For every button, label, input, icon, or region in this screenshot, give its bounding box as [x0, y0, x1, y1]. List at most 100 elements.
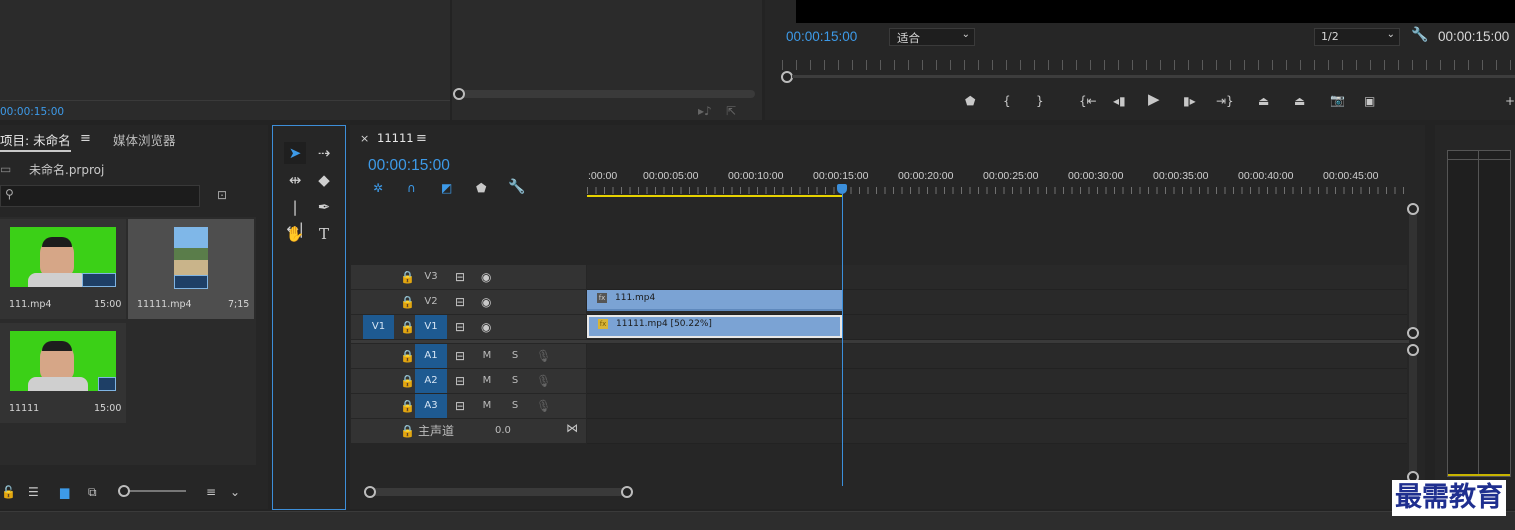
freeform-view-icon[interactable]: ⧉ [88, 486, 97, 498]
lock-icon[interactable]: 🔓 [1, 486, 16, 498]
solo-button[interactable]: S [508, 394, 522, 418]
list-view-icon[interactable]: ☰ [28, 486, 39, 498]
go-to-out-icon[interactable]: ⇥} [1216, 95, 1234, 107]
sync-lock-icon[interactable]: ⊟ [455, 296, 465, 308]
source-patch-v1[interactable]: V1 [363, 315, 394, 339]
track-label-v3[interactable]: V3 [415, 265, 447, 289]
work-area-bar[interactable] [587, 195, 842, 197]
timeline-settings-icon[interactable]: 🔧 [508, 180, 525, 194]
playhead-handle[interactable] [837, 184, 847, 194]
compare-view-icon[interactable]: ▣ [1364, 95, 1375, 107]
eye-icon[interactable]: ◉ [481, 296, 491, 308]
sequence-tab[interactable]: 11111 [377, 131, 414, 145]
microphone-icon[interactable]: 🎙 [536, 350, 551, 362]
track-lane-v3[interactable] [587, 265, 1407, 290]
lock-icon[interactable]: 🔒 [400, 425, 415, 437]
sync-lock-icon[interactable]: ⊟ [455, 400, 465, 412]
nest-icon[interactable]: ✲ [373, 182, 383, 194]
eye-icon[interactable]: ◉ [481, 271, 491, 283]
v-scroll-knob[interactable] [1407, 344, 1419, 356]
track-lane-a1[interactable] [587, 344, 1407, 369]
sequence-tab-menu-icon[interactable]: ≡ [416, 131, 427, 146]
chevron-down-icon[interactable]: ⌄ [230, 486, 240, 498]
add-marker-icon[interactable]: ⬟ [476, 182, 486, 194]
project-item-111[interactable]: 111.mp4 15:00 [0, 219, 126, 319]
master-volume-value[interactable]: 0.0 [495, 419, 511, 443]
icon-view-icon[interactable]: ▆ [60, 486, 69, 498]
track-label-v2[interactable]: V2 [415, 290, 447, 314]
timeline-v-scrollbar-audio[interactable] [1409, 349, 1417, 477]
lock-icon[interactable]: 🔒 [400, 271, 415, 283]
project-search-input[interactable]: ⚲ [0, 185, 200, 207]
timeline-h-scroll-left-knob[interactable] [364, 486, 376, 498]
track-label-a1[interactable]: A1 [415, 344, 447, 368]
marker-icon[interactable]: ⬟ [965, 95, 975, 107]
media-browser-tab[interactable]: 媒体浏览器 [113, 130, 176, 149]
track-lane-a2[interactable] [587, 369, 1407, 394]
razor-tool-icon[interactable]: ◆ [313, 169, 335, 191]
zoom-slider-track[interactable] [124, 490, 186, 492]
wrench-icon[interactable]: 🔧 [1411, 28, 1428, 42]
mark-in-icon[interactable]: { [1003, 95, 1011, 107]
pen-tool-icon[interactable]: ✒ [313, 196, 335, 218]
snap-icon[interactable]: ∩ [407, 182, 416, 194]
timeline-h-scroll-right-knob[interactable] [621, 486, 633, 498]
lock-icon[interactable]: 🔒 [400, 321, 415, 333]
lock-icon[interactable]: 🔒 [400, 350, 415, 362]
lock-icon[interactable]: 🔒 [400, 375, 415, 387]
microphone-icon[interactable]: 🎙 [536, 400, 551, 412]
av-divider[interactable] [351, 340, 1409, 343]
extract-icon[interactable]: ⏏ [1294, 95, 1305, 107]
eye-icon[interactable]: ◉ [481, 321, 491, 333]
timeline-v-scrollbar-video[interactable] [1409, 208, 1417, 334]
program-mini-ruler[interactable] [782, 60, 1515, 70]
mark-out-icon[interactable]: } [1036, 95, 1044, 107]
sort-icon[interactable]: ≡ [206, 486, 216, 498]
v-scroll-knob[interactable] [1407, 203, 1419, 215]
microphone-icon[interactable]: 🎙 [536, 375, 551, 387]
linked-selection-icon[interactable]: ◩ [441, 182, 452, 194]
type-tool-icon[interactable]: T [313, 223, 335, 245]
track-label-a2[interactable]: A2 [415, 369, 447, 393]
sync-lock-icon[interactable]: ⊟ [455, 321, 465, 333]
clip-11111-mp4[interactable]: fx 11111.mp4 [50.22%] [587, 315, 842, 338]
project-item-11111-sequence[interactable]: 11111 15:00 [0, 323, 126, 423]
step-back-icon[interactable]: ◂▮ [1113, 95, 1126, 107]
lift-icon[interactable]: ⏏ [1258, 95, 1269, 107]
insert-audio-icon[interactable]: ▸♪ [698, 105, 712, 117]
mute-button[interactable]: M [480, 344, 494, 368]
ripple-edit-tool-icon[interactable]: ⇹ [284, 169, 306, 191]
program-timecode[interactable]: 00:00:15:00 [786, 29, 857, 44]
track-label-a3[interactable]: A3 [415, 394, 447, 418]
lock-icon[interactable]: 🔒 [400, 296, 415, 308]
project-tab-menu-icon[interactable]: ≡ [80, 131, 91, 146]
slip-tool-icon[interactable]: |↔| [284, 196, 306, 238]
step-forward-icon[interactable]: ▮▸ [1183, 95, 1196, 107]
new-bin-icon[interactable]: ⊡ [217, 189, 227, 201]
timeline-h-scrollbar[interactable] [368, 488, 628, 496]
track-lane-a3[interactable] [587, 394, 1407, 419]
project-item-11111-mp4[interactable]: 11111.mp4 7;15 [128, 219, 254, 319]
project-tab[interactable]: 项目: 未命名 [0, 130, 71, 152]
track-select-tool-icon[interactable]: ⇢ [313, 142, 335, 164]
v-scroll-knob[interactable] [1407, 327, 1419, 339]
search-field[interactable] [19, 187, 193, 205]
mute-button[interactable]: M [480, 394, 494, 418]
zoom-slider-knob[interactable] [118, 485, 130, 497]
play-icon[interactable]: ▶ [1148, 92, 1160, 107]
lock-icon[interactable]: 🔒 [400, 400, 415, 412]
bowtie-icon[interactable]: ⋈ [566, 422, 578, 434]
fit-select[interactable]: 适合 ⌄ [889, 28, 975, 46]
sync-lock-icon[interactable]: ⊟ [455, 271, 465, 283]
sync-lock-icon[interactable]: ⊟ [455, 350, 465, 362]
track-label-v1[interactable]: V1 [415, 315, 447, 339]
track-lane-master[interactable] [587, 419, 1407, 444]
source-scroll-knob[interactable] [453, 88, 465, 100]
mute-button[interactable]: M [480, 369, 494, 393]
clip-111-mp4[interactable]: fx 111.mp4 [587, 290, 842, 311]
export-frame-icon[interactable]: ⇱ [726, 105, 736, 117]
hand-tool-icon[interactable]: ✋ [284, 223, 306, 245]
resolution-select[interactable]: 1/2 ⌄ [1314, 28, 1400, 46]
camera-icon[interactable]: 📷 [1330, 94, 1345, 106]
sync-lock-icon[interactable]: ⊟ [455, 375, 465, 387]
